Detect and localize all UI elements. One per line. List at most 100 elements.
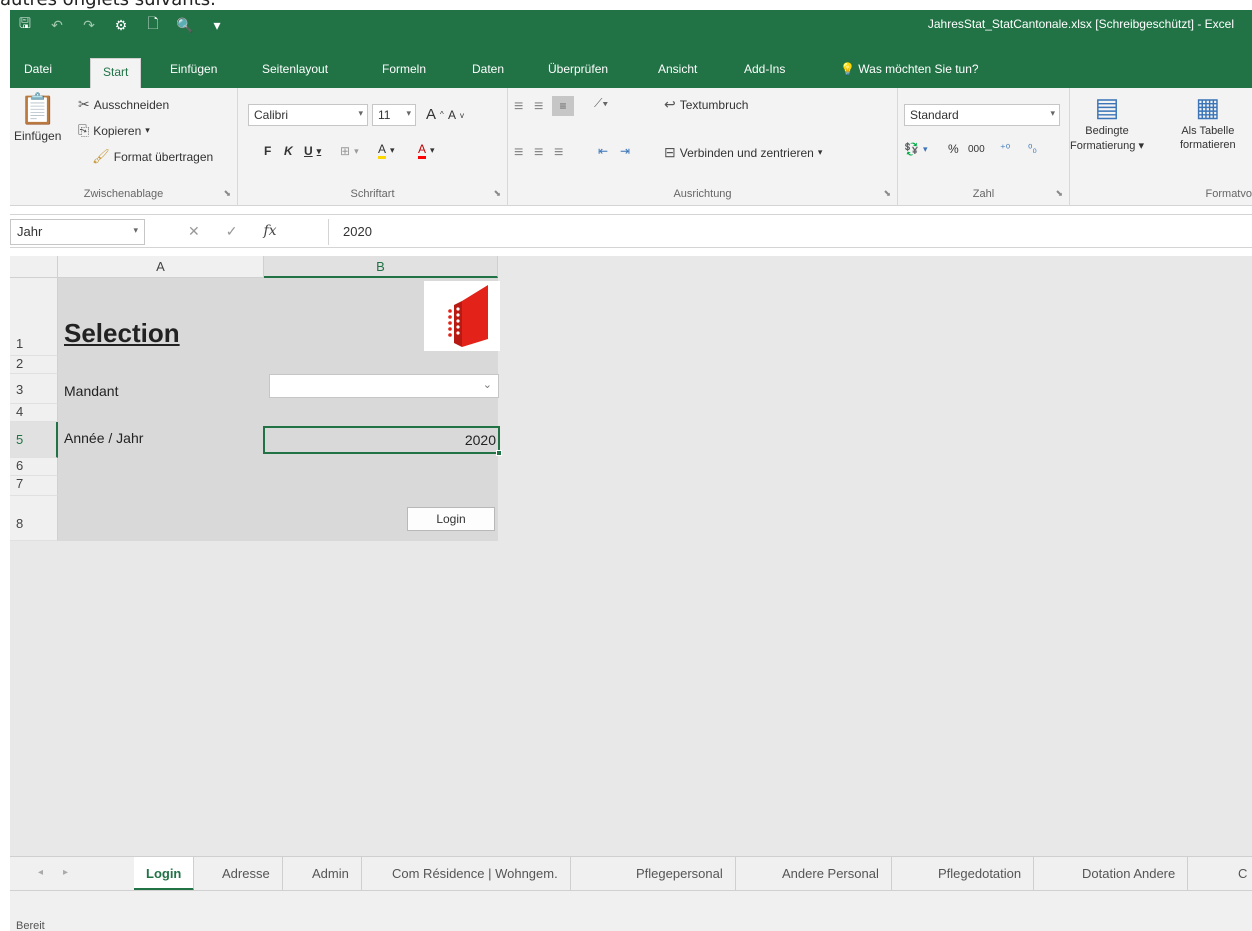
- format-painter-button[interactable]: 🖌 Format übertragen: [92, 148, 213, 165]
- print-preview-icon[interactable]: 🔍: [176, 16, 194, 34]
- sheet-tab-more[interactable]: C: [1226, 857, 1252, 891]
- row-header-4[interactable]: 4: [10, 404, 58, 422]
- conditional-formatting-label: Bedingte: [1085, 125, 1129, 137]
- sheet-tab-com-residence[interactable]: Com Résidence | Wohngem.: [380, 857, 571, 891]
- font-size-combo[interactable]: 11 ▾: [372, 104, 416, 126]
- name-box[interactable]: Jahr ▾: [10, 219, 145, 245]
- format-as-table-label: Als Tabelle: [1181, 125, 1235, 137]
- increase-indent-icon[interactable]: ⇥: [620, 144, 630, 158]
- ribbon: 📋 Einfügen ✂ Ausschneiden ⎘ Kopieren ▾ 🖌 For…: [10, 88, 1252, 206]
- column-header-b[interactable]: B: [264, 256, 498, 278]
- tab-start[interactable]: Start: [90, 58, 142, 88]
- row-header-3[interactable]: 3: [10, 374, 58, 404]
- align-middle-icon[interactable]: ≡: [534, 98, 543, 116]
- currency-button[interactable]: 💱 ▾: [904, 142, 927, 156]
- dialog-launcher-icon[interactable]: ⬊: [1055, 188, 1063, 199]
- underline-icon: U: [304, 144, 313, 158]
- orientation-icon[interactable]: ⟋▾: [594, 96, 608, 111]
- formula-input[interactable]: 2020: [328, 219, 1248, 245]
- format-as-table-button[interactable]: ▦ Als Tabelle formatieren: [1180, 92, 1236, 151]
- conditional-formatting-label-2: Formatierung ▾: [1070, 140, 1144, 152]
- italic-button[interactable]: K: [284, 144, 293, 158]
- cancel-icon[interactable]: ✕: [188, 223, 200, 240]
- borders-icon: ⊞: [340, 144, 351, 158]
- thousands-button[interactable]: 000: [968, 144, 985, 155]
- dialog-launcher-icon[interactable]: ⬊: [223, 188, 231, 199]
- row-header-2[interactable]: 2: [10, 356, 58, 374]
- save-icon[interactable]: 🖫: [16, 15, 34, 34]
- decrease-indent-icon[interactable]: ⇤: [598, 144, 608, 158]
- year-cell[interactable]: 2020: [263, 426, 502, 456]
- sheet-tab-andere-personal[interactable]: Andere Personal: [770, 857, 892, 891]
- tab-einfuegen[interactable]: Einfügen: [170, 62, 217, 76]
- increase-decimal-button[interactable]: ⁺⁰: [1000, 142, 1010, 155]
- align-right-icon[interactable]: ≡: [554, 144, 563, 162]
- row-header-7[interactable]: 7: [10, 476, 58, 496]
- thousands-icon: 000: [968, 144, 985, 155]
- sheet-tab-dotation-andere[interactable]: Dotation Andere: [1070, 857, 1189, 891]
- tab-seitenlayout[interactable]: Seitenlayout: [262, 62, 328, 76]
- sheet-tab-pflegepersonal[interactable]: Pflegepersonal: [624, 857, 736, 891]
- tab-daten[interactable]: Daten: [472, 62, 504, 76]
- tell-me-search[interactable]: 💡 Was möchten Sie tun?: [840, 62, 979, 76]
- shrink-font-button[interactable]: Av: [448, 108, 464, 122]
- paste-button[interactable]: 📋 Einfügen: [14, 92, 61, 143]
- sheet-tab-login[interactable]: Login: [134, 857, 195, 891]
- row-header-1[interactable]: 1: [10, 278, 58, 356]
- cut-button[interactable]: ✂ Ausschneiden: [78, 96, 169, 113]
- tab-formeln[interactable]: Formeln: [382, 62, 426, 76]
- borders-button[interactable]: ⊞ ▾: [340, 144, 359, 158]
- decrease-decimal-button[interactable]: ⁰₀: [1028, 142, 1037, 155]
- align-left-icon[interactable]: ≡: [514, 144, 523, 162]
- sheet-nav-arrows[interactable]: ◂▸: [38, 867, 88, 878]
- number-format-combo[interactable]: Standard ▾: [904, 104, 1060, 126]
- column-header-a[interactable]: A: [58, 256, 264, 278]
- format-as-table-label-2: formatieren: [1180, 139, 1236, 151]
- align-top-icon[interactable]: ≡: [514, 98, 523, 116]
- sheet-tab-pflegedotation[interactable]: Pflegedotation: [926, 857, 1035, 891]
- align-center-icon[interactable]: ≡: [534, 144, 543, 162]
- fill-handle[interactable]: [496, 450, 502, 456]
- tab-add-ins[interactable]: Add-Ins: [744, 62, 785, 76]
- row-header-6[interactable]: 6: [10, 458, 58, 476]
- redo-icon[interactable]: ↷: [80, 16, 98, 34]
- italic-icon: K: [284, 144, 293, 158]
- lightbulb-icon: 💡: [840, 62, 859, 76]
- row-header-8[interactable]: 8: [10, 496, 58, 541]
- tab-datei[interactable]: Datei: [24, 62, 52, 76]
- wrap-text-button[interactable]: ↩ Textumbruch: [664, 96, 748, 113]
- fill-color-button[interactable]: A ▾: [378, 142, 395, 159]
- dialog-launcher-icon[interactable]: ⬊: [883, 188, 891, 199]
- undo-icon[interactable]: ↶: [48, 16, 66, 34]
- copy-button[interactable]: ⎘ Kopieren ▾: [78, 122, 150, 139]
- gear-icon[interactable]: ⚙: [112, 16, 130, 34]
- new-document-icon[interactable]: 🗋: [144, 15, 162, 34]
- percent-button[interactable]: %: [948, 142, 959, 156]
- selection-title: Selection: [64, 318, 180, 348]
- sheet-tab-admin[interactable]: Admin: [300, 857, 362, 891]
- tab-ueberpruefen[interactable]: Überprüfen: [548, 62, 608, 76]
- enter-icon[interactable]: ✓: [226, 223, 238, 240]
- grow-font-button[interactable]: A ^: [426, 106, 444, 123]
- cut-label: Ausschneiden: [93, 97, 170, 112]
- clipboard-icon: 📋: [19, 93, 57, 126]
- sheet-tab-adresse[interactable]: Adresse: [210, 857, 283, 891]
- tab-ansicht[interactable]: Ansicht: [658, 62, 697, 76]
- wrap-text-icon: ↩: [664, 96, 676, 112]
- worksheet-area[interactable]: A B 1 2 3 4 5 6 7 8 Selection Mandant ⌄ …: [10, 256, 1252, 856]
- merge-center-button[interactable]: ⊟ Verbinden und zentrieren ▾: [664, 144, 822, 161]
- dialog-launcher-icon[interactable]: ⬊: [493, 188, 501, 199]
- insert-function-icon[interactable]: fx: [263, 223, 276, 240]
- login-button[interactable]: Login: [407, 507, 495, 531]
- underline-button[interactable]: U ▾: [304, 144, 321, 158]
- conditional-formatting-button[interactable]: ▤ Bedingte Formatierung ▾: [1070, 92, 1144, 152]
- font-name-combo[interactable]: Calibri ▾: [248, 104, 368, 126]
- align-bottom-icon[interactable]: ≡: [552, 96, 574, 116]
- bold-button[interactable]: F: [264, 144, 271, 158]
- font-color-button[interactable]: A ▾: [418, 142, 435, 159]
- row-header-5[interactable]: 5: [10, 422, 58, 458]
- select-all-corner[interactable]: [10, 256, 58, 278]
- customize-qat-icon[interactable]: ▾: [208, 16, 226, 34]
- grow-font-icon: A: [426, 106, 437, 123]
- mandant-dropdown[interactable]: ⌄: [269, 374, 499, 398]
